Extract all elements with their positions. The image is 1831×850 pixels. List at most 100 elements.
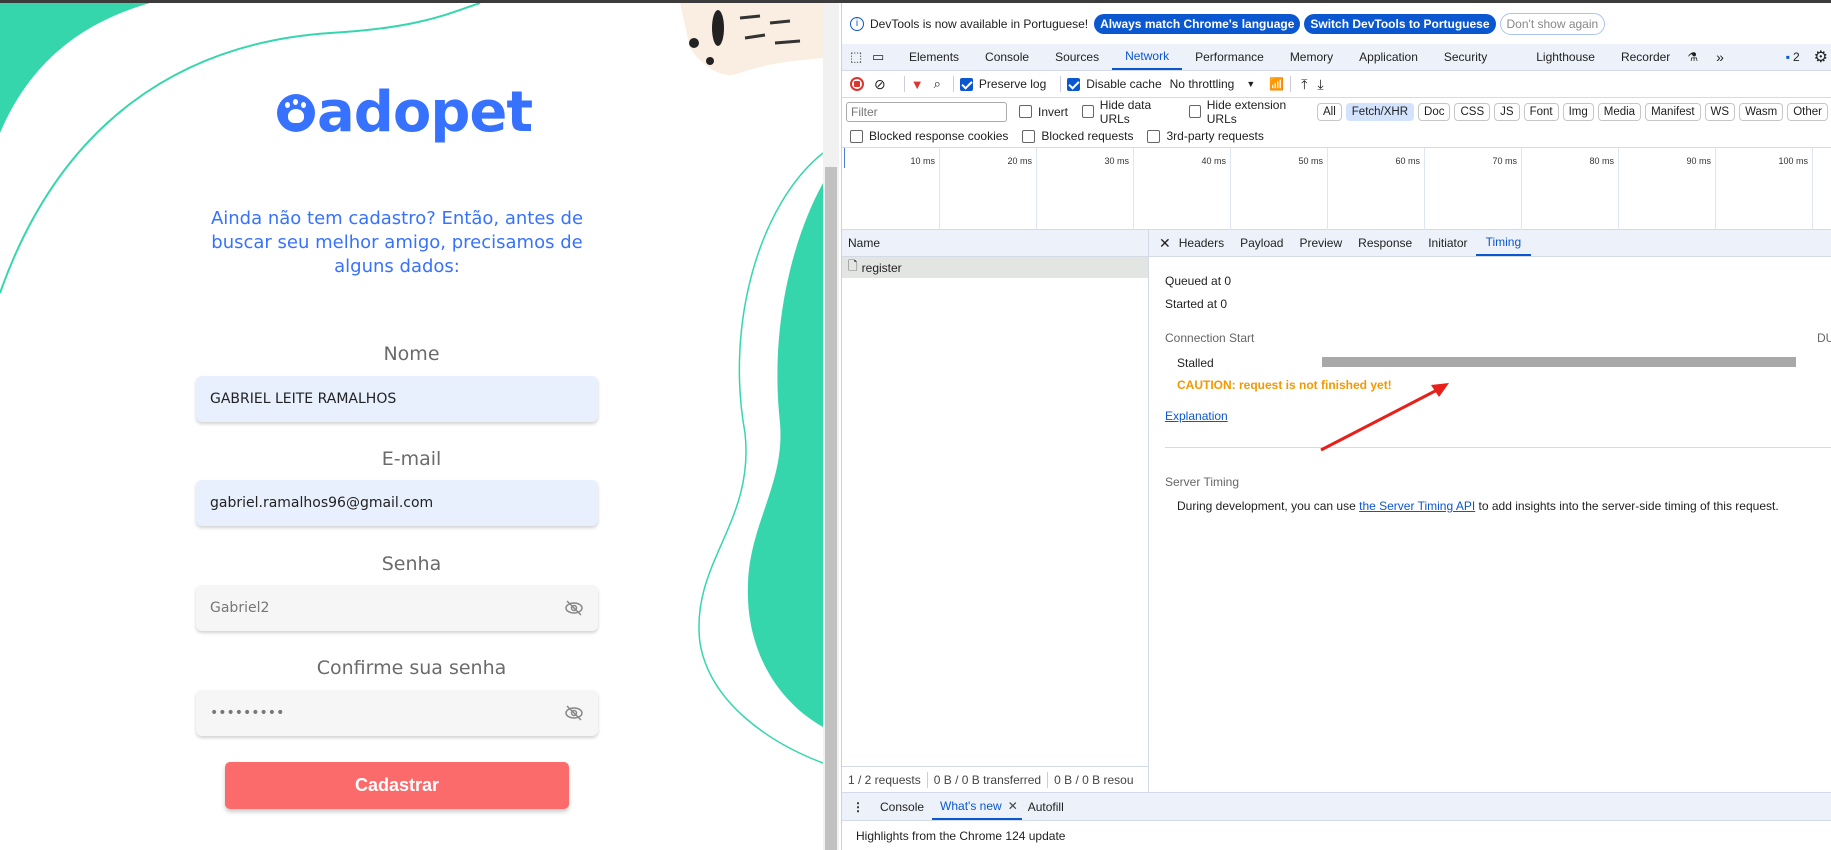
clear-icon[interactable]: ⊘ [874, 76, 886, 93]
banner-text: DevTools is now available in Portuguese! [870, 16, 1089, 31]
transferred-size: 0 B / 0 B transferred [933, 772, 1042, 787]
timeline-tick-label: 80 ms [1589, 156, 1614, 166]
inspect-element-icon[interactable]: ⬚ [850, 49, 866, 65]
tab-initiator[interactable]: Initiator [1420, 230, 1475, 256]
tab-network[interactable]: Network [1112, 44, 1183, 70]
more-tabs-icon[interactable]: » [1716, 49, 1724, 65]
tab-response[interactable]: Response [1350, 230, 1420, 256]
intro-text: Ainda não tem cadastro? Então, antes de … [210, 208, 584, 277]
animal-paw-illustration [680, 3, 823, 75]
tab-security[interactable]: Security [1431, 44, 1523, 70]
timeline-gridline [1327, 148, 1328, 230]
preserve-log-checkbox[interactable]: Preserve log [959, 77, 1047, 91]
issues-icon[interactable]: ▪ [1786, 50, 1790, 64]
filter-input[interactable] [846, 101, 1007, 122]
timeline-tick-label: 30 ms [1104, 156, 1129, 166]
network-status-bar: 1 / 2 requests 0 B / 0 B transferred 0 B… [842, 766, 1149, 792]
password-label: Senha [381, 553, 442, 575]
confirm-password-input[interactable]: ••••••••• [196, 690, 598, 736]
preserve-log-label: Preserve log [978, 77, 1047, 91]
network-overview-timeline[interactable]: 10 ms 20 ms 30 ms 40 ms 50 ms 60 ms 70 ms 80 ms… [842, 148, 1831, 230]
whats-new-label: What's new [940, 798, 1002, 813]
filter-fetch-xhr[interactable]: Fetch/XHR [1345, 102, 1415, 121]
tab-headers[interactable]: Headers [1171, 230, 1232, 256]
email-label: E-mail [381, 448, 442, 470]
name-label: Nome [383, 343, 440, 365]
red-arrow-annotation [1320, 383, 1449, 452]
tab-elements[interactable]: Elements [896, 44, 972, 70]
third-party-checkbox[interactable]: 3rd-party requests [1147, 129, 1264, 143]
filter-js[interactable]: JS [1494, 102, 1520, 121]
filter-icon[interactable]: ▼ [911, 77, 924, 92]
dropdown-arrow-icon[interactable]: ▼ [1246, 79, 1255, 89]
search-icon[interactable]: ⌕ [934, 76, 941, 92]
switch-portuguese-button[interactable]: Switch DevTools to Portuguese [1304, 13, 1496, 34]
tab-sources[interactable]: Sources [1042, 44, 1112, 70]
tab-payload[interactable]: Payload [1232, 230, 1291, 256]
tab-preview[interactable]: Preview [1291, 230, 1350, 256]
eye-off-icon[interactable] [564, 600, 584, 616]
tab-performance[interactable]: Performance [1182, 44, 1277, 70]
scrollbar-thumb[interactable] [825, 167, 837, 850]
filter-img[interactable]: Img [1562, 102, 1594, 121]
drawer-tab-whats-new[interactable]: What's new ✕ [932, 793, 1022, 820]
info-icon: i [850, 16, 864, 31]
eye-off-icon[interactable] [564, 705, 584, 721]
drawer-tab-autofill[interactable]: Autofill [1022, 793, 1070, 820]
device-toolbar-icon[interactable]: ▭ [872, 49, 896, 65]
register-button[interactable]: Cadastrar [225, 762, 569, 809]
name-input[interactable]: GABRIEL LEITE RAMALHOS [196, 376, 598, 422]
close-icon[interactable]: ✕ [1159, 235, 1171, 252]
tab-timing[interactable]: Timing [1475, 230, 1532, 256]
filter-doc[interactable]: Doc [1418, 102, 1451, 121]
filter-media[interactable]: Media [1597, 102, 1642, 121]
tab-lighthouse[interactable]: Lighthouse [1523, 44, 1608, 70]
blocked-requests-checkbox[interactable]: Blocked requests [1022, 129, 1133, 143]
dont-show-again-button[interactable]: Don't show again [1499, 12, 1606, 35]
name-value: GABRIEL LEITE RAMALHOS [210, 391, 397, 407]
tab-recorder[interactable]: Recorder [1608, 44, 1683, 70]
blocked-cookies-checkbox[interactable]: Blocked response cookies [850, 129, 1008, 143]
disable-cache-checkbox[interactable]: Disable cache [1067, 77, 1162, 91]
third-party-label: 3rd-party requests [1166, 129, 1264, 143]
filter-ws[interactable]: WS [1704, 102, 1736, 121]
export-har-icon[interactable]: ⤓ [1317, 76, 1323, 93]
tab-console[interactable]: Console [972, 44, 1042, 70]
filter-css[interactable]: CSS [1454, 102, 1491, 121]
match-language-button[interactable]: Always match Chrome's language [1094, 13, 1301, 34]
split-header: Name ✕ Headers Payload Preview Response … [842, 230, 1831, 257]
close-icon[interactable]: ✕ [1008, 799, 1018, 813]
filter-manifest[interactable]: Manifest [1645, 102, 1701, 121]
timeline-tick-label: 10 ms [910, 156, 935, 166]
drawer-menu-icon[interactable]: ⋮ [852, 800, 864, 814]
name-column-header[interactable]: Name [842, 230, 1149, 256]
filter-wasm[interactable]: Wasm [1739, 102, 1784, 121]
email-value: gabriel.ramalhos96@gmail.com [210, 495, 434, 511]
timeline-gridline [939, 148, 940, 230]
request-count: 1 / 2 requests [848, 772, 921, 787]
network-conditions-icon[interactable]: 📶 [1269, 77, 1284, 91]
hide-extension-urls-checkbox[interactable]: Hide extension URLs [1188, 98, 1307, 126]
issues-count[interactable]: 2 [1793, 50, 1800, 64]
filter-all[interactable]: All [1317, 102, 1342, 121]
import-har-icon[interactable]: ⤒ [1301, 76, 1307, 93]
password-input[interactable]: Gabriel2 [196, 585, 598, 631]
drawer-tab-console[interactable]: Console [872, 793, 932, 820]
filter-font[interactable]: Font [1523, 102, 1559, 121]
hide-data-urls-checkbox[interactable]: Hide data URLs [1082, 98, 1175, 126]
page-scrollbar[interactable] [823, 3, 839, 850]
filter-other[interactable]: Other [1787, 102, 1828, 121]
tab-application[interactable]: Application [1346, 44, 1431, 70]
settings-gear-icon[interactable]: ⚙ [1814, 47, 1828, 67]
confirm-password-label: Confirme sua senha [316, 657, 507, 679]
timeline-cursor [844, 148, 845, 168]
timeline-tick-label: 50 ms [1298, 156, 1323, 166]
email-input[interactable]: gabriel.ramalhos96@gmail.com [196, 480, 598, 526]
invert-checkbox[interactable]: Invert [1019, 105, 1068, 119]
record-stop-icon[interactable] [850, 77, 864, 91]
resources-size: 0 B / 0 B resou [1054, 772, 1134, 787]
document-icon: 🗋 [848, 259, 858, 273]
throttling-select[interactable]: No throttling [1170, 77, 1235, 91]
tab-memory[interactable]: Memory [1277, 44, 1346, 70]
request-row[interactable]: 🗋 register [842, 257, 1148, 278]
